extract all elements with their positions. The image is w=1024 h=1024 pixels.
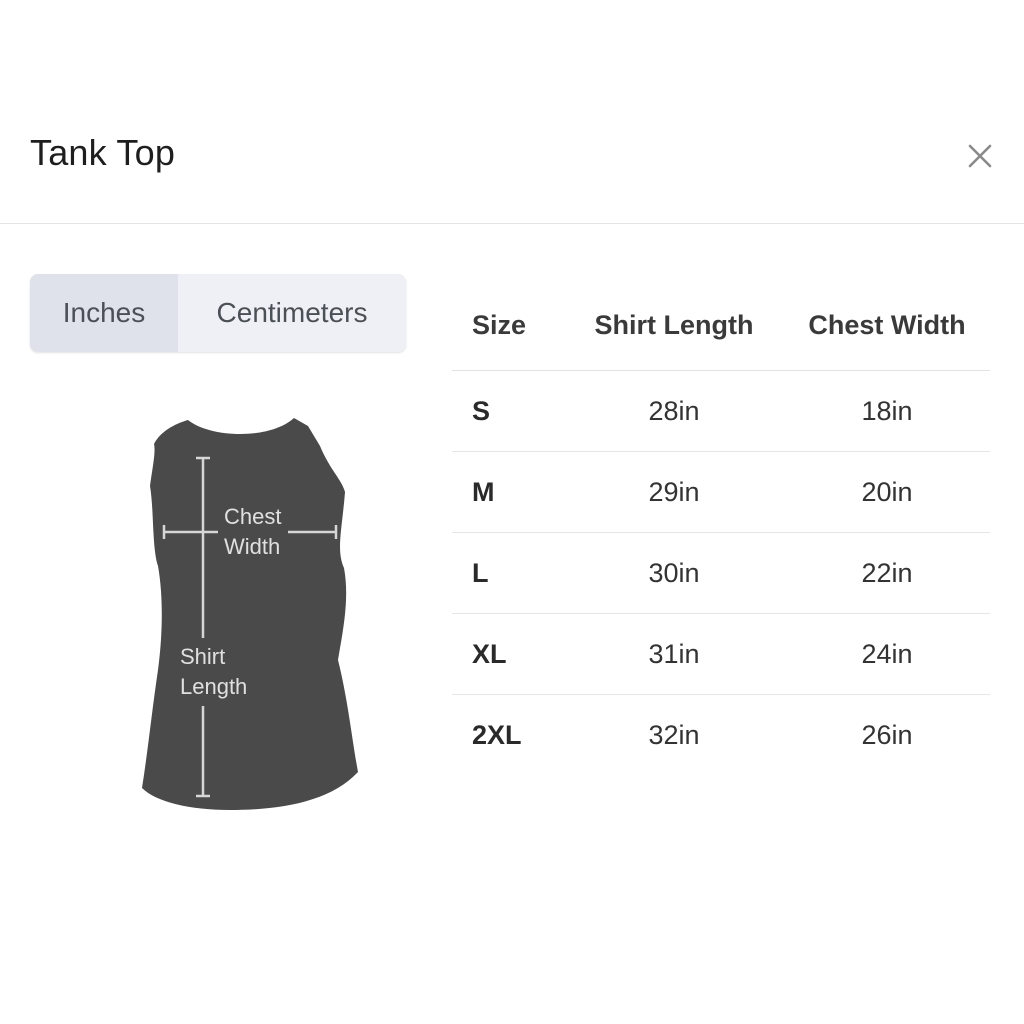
chest-cell: 24in [784, 613, 990, 695]
chest-label-line2: Width [224, 534, 280, 559]
size-cell: XL [452, 613, 564, 695]
length-cell: 31in [564, 613, 784, 695]
length-cell: 32in [648, 719, 700, 750]
header-size: Size [452, 280, 564, 371]
size-cell: M [452, 451, 564, 533]
table-row: M 29in 20in [452, 451, 990, 533]
chest-label-line1: Chest [224, 504, 281, 529]
close-icon [968, 144, 992, 168]
unit-toggle: Inches Centimeters [30, 274, 406, 352]
dialog-header: Tank Top [0, 0, 1024, 224]
tank-top-diagram: Chest Width Shirt Length [142, 418, 358, 810]
table-header-row: Size Shirt Length Chest Width [452, 280, 990, 371]
table-row: S 28in 18in [452, 370, 990, 452]
chest-cell: 26in [861, 719, 913, 750]
tank-top-silhouette [142, 418, 358, 810]
table-row: XL 31in 24in [452, 613, 990, 695]
inches-button[interactable]: Inches [30, 274, 178, 352]
header-chest-width: Chest Width [784, 280, 990, 371]
length-cell: 30in [564, 532, 784, 614]
size-cell: L [452, 532, 564, 614]
chest-cell: 20in [784, 451, 990, 533]
chest-cell: 18in [784, 370, 990, 452]
dialog-title: Tank Top [30, 132, 176, 173]
length-label-line2: Length [180, 674, 247, 699]
size-cell: 2XL [472, 719, 522, 750]
table-row: L 30in 22in [452, 532, 990, 614]
length-cell: 28in [564, 370, 784, 452]
size-cell: S [452, 370, 564, 452]
centimeters-button[interactable]: Centimeters [178, 274, 406, 352]
header-shirt-length: Shirt Length [564, 280, 784, 371]
chest-cell: 22in [784, 532, 990, 614]
close-button[interactable] [962, 138, 998, 174]
length-cell: 29in [564, 451, 784, 533]
size-chart-table: Size Shirt Length Chest Width S 28in 18i… [452, 280, 990, 775]
table-row: 2XL 32in 26in [452, 695, 990, 776]
length-label-line1: Shirt [180, 644, 225, 669]
